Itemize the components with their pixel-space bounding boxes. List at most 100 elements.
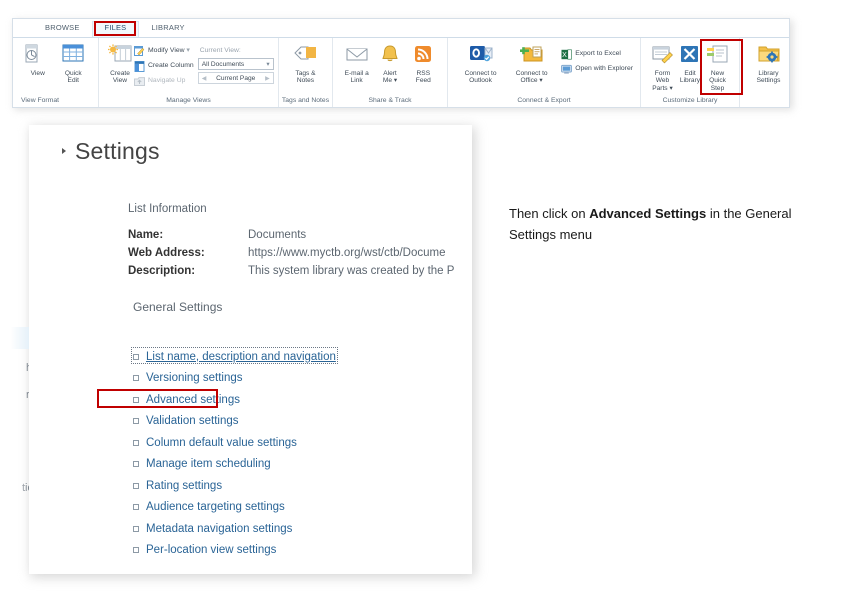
link-list-name-description-navigation[interactable]: List name, description and navigation — [131, 346, 338, 368]
link-manage-item-scheduling[interactable]: Manage item scheduling — [133, 454, 336, 476]
bullet-icon — [133, 482, 139, 489]
list-info-row-name: Name: Documents — [128, 226, 454, 244]
bullet-icon — [133, 375, 139, 382]
link-label: Manage item scheduling — [146, 458, 271, 471]
link-per-location-view-settings[interactable]: Per-location view settings — [133, 540, 336, 562]
link-label: Per-location view settings — [146, 544, 277, 557]
ribbon-group-settings: LibrarySettings SharedWith — [740, 38, 789, 107]
create-view-button[interactable]: Create View — [106, 43, 134, 85]
navigate-up-icon — [134, 76, 145, 87]
link-label: Audience targeting settings — [146, 501, 285, 514]
tab-library[interactable]: LIBRARY — [139, 22, 196, 37]
pager-label: Current Page — [216, 74, 256, 82]
navigate-up-button[interactable]: Navigate Up — [134, 74, 194, 88]
link-label: Metadata navigation settings — [146, 522, 293, 535]
tags-notes-button[interactable]: Tags & Notes — [286, 43, 325, 85]
connect-office-button[interactable]: Connect to Office ▾ — [506, 43, 557, 85]
tags-notes-label: Tags & Notes — [295, 69, 316, 85]
open-explorer-button[interactable]: Open with Explorer — [561, 62, 633, 76]
library-tab-highlight-box — [94, 21, 136, 36]
export-excel-button[interactable]: X Export to Excel — [561, 47, 633, 61]
alert-me-label: Alert Me ▾ — [382, 69, 398, 85]
ribbon-group-tags-notes: Tags & Notes Tags and Notes — [279, 38, 333, 107]
form-web-parts-button[interactable]: Form Web Parts ▾ — [648, 43, 677, 92]
list-info-value: https://www.myctb.org/wst/ctb/Docume — [248, 247, 446, 259]
rss-feed-label: RSS Feed — [415, 69, 431, 85]
quick-edit-button[interactable]: Quick Edit — [56, 43, 92, 85]
alert-me-button[interactable]: Alert Me ▾ — [373, 43, 406, 85]
ribbon-group-view-format: View Quick Edit View Format — [13, 38, 99, 107]
bullet-icon — [133, 418, 139, 425]
bullet-icon — [133, 504, 139, 511]
email-link-button[interactable]: E-mail a Link — [340, 43, 373, 85]
form-web-parts-icon — [650, 43, 676, 68]
general-settings-header: General Settings — [133, 300, 223, 314]
bullet-icon — [133, 439, 139, 446]
link-column-default-value-settings[interactable]: Column default value settings — [133, 432, 336, 454]
list-info-key: Description: — [128, 265, 196, 277]
list-information-header: List Information — [128, 203, 207, 215]
annotation-bold: Advanced Settings — [589, 206, 707, 221]
library-settings-button[interactable]: Library Settings — [747, 43, 789, 85]
chevron-down-icon: ▾ — [266, 61, 270, 68]
link-label: Versioning settings — [146, 372, 243, 385]
link-validation-settings[interactable]: Validation settings — [133, 411, 336, 433]
export-excel-label: Export to Excel — [575, 50, 621, 57]
tab-browse[interactable]: BROWSE — [33, 22, 92, 37]
group-label-view-format: View Format — [21, 97, 60, 104]
create-column-label: Create Column — [148, 62, 194, 69]
ribbon-body: View Quick Edit View Format Create View … — [13, 38, 789, 107]
current-view-label: Current View: — [199, 47, 241, 54]
list-info-value: This system library was created by the P — [248, 265, 455, 277]
view-dropdown-value: All Documents — [201, 60, 245, 68]
list-information-section: List Information Name: Documents Web Add… — [128, 203, 454, 280]
connect-office-icon — [518, 43, 546, 68]
link-label: Rating settings — [146, 479, 223, 492]
create-column-button[interactable]: Create Column — [134, 59, 194, 73]
rss-feed-icon — [410, 43, 436, 68]
chevron-left-icon[interactable]: ◀ — [202, 75, 207, 82]
view-button-label: View — [30, 69, 45, 77]
modify-view-button[interactable]: Modify View ▾ — [134, 44, 194, 58]
expand-triangle-icon[interactable] — [62, 148, 66, 155]
list-info-row-web-address: Web Address: https://www.myctb.org/wst/c… — [128, 244, 454, 262]
link-label: Column default value settings — [146, 436, 297, 449]
connect-outlook-button[interactable]: Connect to Outlook — [455, 43, 506, 85]
library-settings-label: Library Settings — [756, 69, 781, 85]
email-link-label: E-mail a Link — [344, 69, 369, 85]
list-info-key: Name: — [128, 229, 164, 241]
group-label-settings: Settings — [740, 97, 789, 107]
link-metadata-navigation-settings[interactable]: Metadata navigation settings — [133, 518, 336, 540]
create-view-icon — [106, 43, 134, 68]
excel-icon: X — [561, 49, 572, 60]
library-settings-highlight-box — [700, 39, 743, 95]
page-pager[interactable]: ◀ Current Page ▶ — [197, 72, 274, 84]
general-settings-links: List name, description and navigation Ve… — [131, 346, 338, 562]
instruction-annotation: Then click on Advanced Settings in the G… — [509, 203, 809, 245]
link-label: Validation settings — [146, 415, 239, 428]
page-title: Settings — [62, 138, 160, 165]
modify-view-label: Modify View ▾ — [148, 47, 190, 54]
outlook-icon — [467, 43, 495, 68]
list-info-row-description: Description: This system library was cre… — [128, 262, 454, 280]
alert-me-icon — [377, 43, 403, 68]
rss-feed-button[interactable]: RSS Feed — [407, 43, 440, 85]
view-button[interactable]: View — [20, 43, 56, 77]
connect-outlook-label: Connect to Outlook — [464, 69, 497, 85]
edit-library-label: Edit Library — [679, 69, 701, 85]
navigate-up-label: Navigate Up — [148, 77, 186, 84]
chevron-right-icon[interactable]: ▶ — [265, 75, 270, 82]
form-web-parts-label: Form Web Parts ▾ — [652, 69, 673, 92]
link-rating-settings[interactable]: Rating settings — [133, 475, 336, 497]
explorer-icon — [561, 64, 573, 75]
link-versioning-settings[interactable]: Versioning settings — [133, 368, 336, 390]
bullet-icon — [133, 547, 139, 554]
ribbon-group-manage-views: Create View Modify View ▾ Create Column … — [99, 38, 279, 107]
view-dropdown[interactable]: All Documents ▾ — [197, 58, 274, 70]
email-link-icon — [344, 43, 370, 68]
group-label-customize-library: Customize Library — [662, 97, 718, 104]
view-icon — [25, 43, 51, 68]
manage-views-small-buttons: Modify View ▾ Create Column Navigate Up — [134, 43, 194, 88]
group-label-tags-notes: Tags and Notes — [281, 97, 330, 104]
link-audience-targeting-settings[interactable]: Audience targeting settings — [133, 497, 336, 519]
